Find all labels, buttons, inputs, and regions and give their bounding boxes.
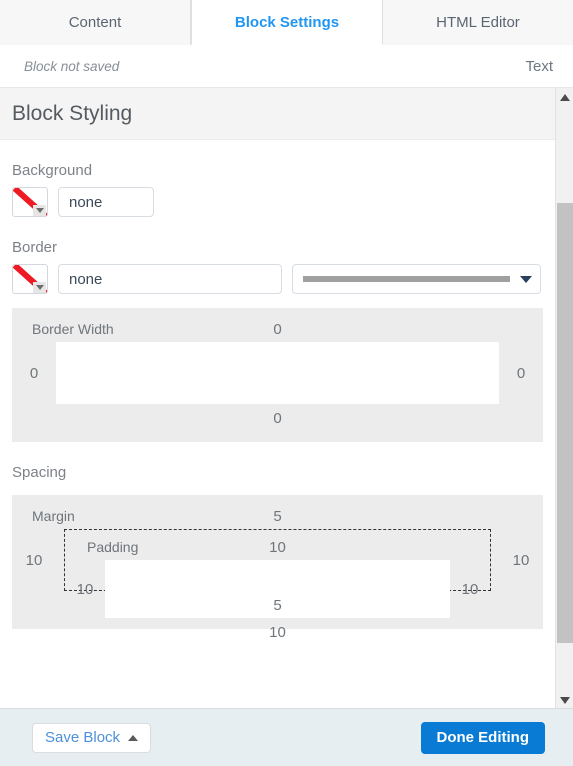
background-field-group: Background none bbox=[0, 162, 555, 217]
save-block-button[interactable]: Save Block bbox=[32, 722, 152, 753]
padding-top-row: Padding 10 bbox=[65, 534, 490, 560]
border-width-content-area bbox=[56, 342, 499, 404]
vertical-scrollbar[interactable] bbox=[555, 88, 573, 709]
tab-bar: Content Block Settings HTML Editor bbox=[0, 0, 573, 45]
spacing-label: Spacing bbox=[12, 464, 67, 481]
scrollbar-thumb[interactable] bbox=[557, 203, 573, 643]
save-block-label: Save Block bbox=[45, 729, 121, 746]
scroll-down-arrow-icon[interactable] bbox=[556, 691, 573, 709]
tab-html-editor-label: HTML Editor bbox=[436, 14, 520, 31]
chevron-down-icon bbox=[33, 205, 46, 216]
border-width-box-model: Border Width 0 0 0 0 bbox=[12, 308, 543, 442]
tab-block-settings-label: Block Settings bbox=[234, 13, 340, 31]
padding-left-input[interactable]: 10 bbox=[65, 560, 105, 618]
tab-content[interactable]: Content bbox=[0, 0, 191, 45]
padding-right-input[interactable]: 10 bbox=[450, 560, 490, 618]
border-field-group: Border none bbox=[0, 239, 555, 294]
border-width-top-row: Border Width 0 bbox=[12, 316, 543, 342]
border-label: Border bbox=[12, 239, 58, 256]
done-editing-label: Done Editing bbox=[436, 729, 530, 746]
save-status-text: Block not saved bbox=[24, 58, 120, 74]
tab-content-label: Content bbox=[68, 14, 122, 31]
border-width-mid-row: 0 0 bbox=[12, 342, 543, 404]
chevron-down-icon bbox=[33, 282, 46, 293]
page-title: Block Styling bbox=[12, 101, 133, 125]
background-color-swatch-button[interactable] bbox=[12, 187, 48, 217]
border-width-left-input[interactable]: 0 bbox=[12, 342, 56, 404]
settings-scroll-area: Block Styling Background none Border non… bbox=[0, 87, 573, 709]
margin-left-input[interactable]: 10 bbox=[12, 529, 56, 591]
border-color-input[interactable]: none bbox=[58, 264, 282, 294]
block-styling-panel: Block Styling Background none Border non… bbox=[0, 88, 555, 709]
block-type-label: Text bbox=[525, 57, 553, 75]
section-header: Block Styling bbox=[0, 88, 555, 140]
tab-html-editor[interactable]: HTML Editor bbox=[383, 0, 573, 45]
background-label: Background bbox=[12, 162, 93, 179]
margin-right-input[interactable]: 10 bbox=[499, 529, 543, 591]
background-row: none bbox=[12, 187, 543, 217]
status-bar: Block not saved Text bbox=[0, 45, 573, 87]
tab-block-settings[interactable]: Block Settings bbox=[191, 0, 383, 45]
border-style-select[interactable] bbox=[292, 264, 541, 294]
border-color-swatch-button[interactable] bbox=[12, 264, 48, 294]
footer-bar: Save Block Done Editing bbox=[0, 708, 573, 766]
padding-box-model: Padding 10 10 10 10 bbox=[64, 529, 491, 641]
spacing-field-group: Spacing bbox=[0, 464, 555, 481]
background-color-input[interactable]: none bbox=[58, 187, 154, 217]
border-width-top-input[interactable]: 0 bbox=[12, 321, 543, 338]
margin-mid-row: 10 Padding 10 10 10 10 10 bbox=[12, 529, 543, 641]
chevron-up-icon bbox=[128, 734, 139, 741]
border-row: none bbox=[12, 264, 543, 294]
chevron-down-icon bbox=[520, 275, 532, 283]
margin-top-input[interactable]: 5 bbox=[12, 508, 543, 525]
solid-line-icon bbox=[303, 276, 510, 282]
padding-bottom-input[interactable]: 10 bbox=[65, 618, 490, 646]
border-width-bottom-input[interactable]: 0 bbox=[12, 404, 543, 432]
padding-top-input[interactable]: 10 bbox=[65, 539, 490, 556]
border-width-right-input[interactable]: 0 bbox=[499, 342, 543, 404]
done-editing-button[interactable]: Done Editing bbox=[420, 721, 545, 754]
margin-top-row: Margin 5 bbox=[12, 503, 543, 529]
scroll-up-arrow-icon[interactable] bbox=[556, 88, 573, 106]
margin-box-model: Margin 5 10 Padding 10 10 10 10 10 bbox=[12, 495, 543, 641]
